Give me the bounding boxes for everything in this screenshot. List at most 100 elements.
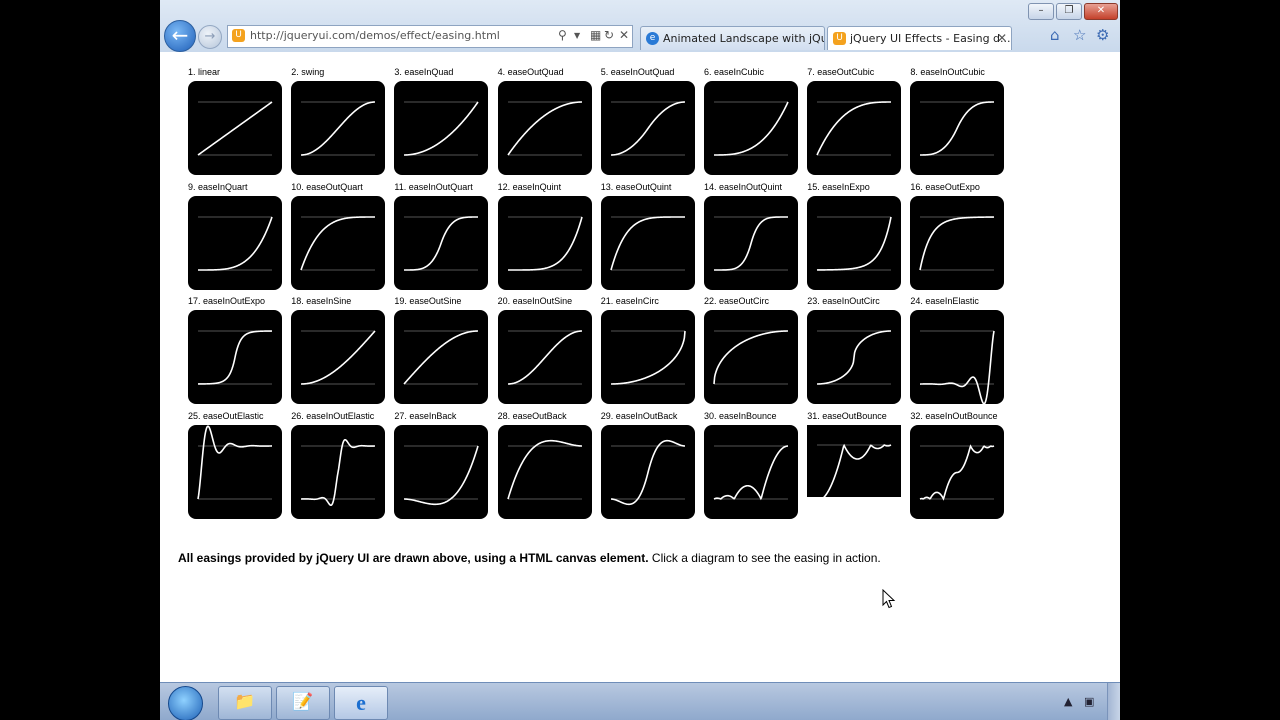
stop-icon[interactable]: ✕ — [619, 28, 629, 42]
easing-canvas[interactable] — [807, 424, 902, 497]
diagram-background — [807, 424, 902, 497]
easing-canvas[interactable] — [600, 424, 695, 519]
tab-animated-landscape[interactable]: e Animated Landscape with jQu... — [640, 26, 825, 50]
easing-diagram-easeInOutCirc[interactable]: 23. easeInOutCirc — [807, 296, 902, 404]
easing-canvas[interactable] — [704, 195, 798, 290]
easing-canvas[interactable] — [704, 424, 798, 519]
tray-expand-icon[interactable]: ▲ — [1064, 695, 1072, 708]
easing-canvas[interactable] — [497, 195, 592, 290]
easing-canvas[interactable] — [394, 424, 489, 519]
easing-diagram-easeOutCubic[interactable]: 7. easeOutCubic — [807, 67, 902, 175]
easing-canvas[interactable] — [394, 195, 489, 290]
ie-taskbar-button[interactable]: e — [334, 686, 388, 720]
start-button[interactable] — [168, 686, 203, 720]
show-desktop-button[interactable] — [1107, 683, 1120, 720]
easing-canvas[interactable] — [600, 195, 695, 290]
easing-diagram-easeOutCirc[interactable]: 22. easeOutCirc — [704, 296, 798, 404]
home-icon[interactable]: ⌂ — [1050, 26, 1060, 44]
easing-canvas[interactable] — [497, 81, 592, 175]
maximize-button[interactable]: ❐ — [1056, 3, 1082, 20]
easing-canvas[interactable] — [188, 81, 282, 175]
easing-diagram-easeOutBack[interactable]: 28. easeOutBack — [497, 411, 592, 519]
easing-label: 32. easeInOutBounce — [910, 410, 998, 421]
close-window-button[interactable]: ✕ — [1084, 3, 1118, 20]
star-icon[interactable]: ☆ — [1073, 26, 1086, 44]
easing-canvas[interactable] — [704, 310, 798, 404]
easing-diagram-easeInOutBounce[interactable]: 32. easeInOutBounce — [910, 411, 1005, 519]
easing-canvas[interactable] — [600, 81, 695, 175]
easing-diagram-easeOutSine[interactable]: 19. easeOutSine — [394, 296, 489, 404]
easing-diagram-easeInOutQuart[interactable]: 11. easeInOutQuart — [394, 182, 489, 290]
easing-canvas[interactable] — [188, 195, 282, 290]
easing-canvas[interactable] — [704, 81, 798, 175]
easing-diagram-easeInOutCubic[interactable]: 8. easeInOutCubic — [910, 67, 1005, 175]
search-dropdown-icon[interactable]: ▼ — [574, 31, 580, 40]
easing-diagram-easeInBounce[interactable]: 30. easeInBounce — [704, 411, 798, 519]
easing-label: 7. easeOutCubic — [807, 67, 875, 77]
easing-diagram-swing[interactable]: 2. swing — [291, 67, 386, 175]
close-tab-icon[interactable]: ✕ — [997, 27, 1007, 50]
easing-diagram-easeOutExpo[interactable]: 16. easeOutExpo — [910, 182, 1005, 290]
easing-canvas[interactable] — [394, 81, 489, 175]
diagram-background — [497, 195, 592, 290]
easing-diagram-easeInBack[interactable]: 27. easeInBack — [394, 411, 489, 519]
forward-arrow-icon[interactable]: → — [198, 25, 222, 49]
easing-canvas[interactable] — [600, 310, 695, 404]
easing-label: 15. easeInExpo — [807, 181, 870, 192]
easing-diagram-easeInExpo[interactable]: 15. easeInExpo — [807, 182, 902, 290]
easing-diagram-easeOutBounce[interactable]: 31. easeOutBounce — [807, 411, 902, 497]
easing-diagram-easeInOutQuad[interactable]: 5. easeInOutQuad — [600, 67, 695, 175]
easing-diagram-easeInCubic[interactable]: 6. easeInCubic — [704, 67, 798, 175]
tab-label: jQuery UI Effects - Easing d... — [850, 32, 1011, 45]
easing-diagram-easeInElastic[interactable]: 24. easeInElastic — [910, 296, 1005, 404]
easing-diagram-easeInSine[interactable]: 18. easeInSine — [291, 296, 386, 404]
page-content: 1. linear 2. swing 3. easeInQuad 4. easeOut… — [160, 52, 1120, 682]
easing-canvas[interactable] — [910, 310, 1005, 404]
minimize-button[interactable]: – — [1028, 3, 1054, 20]
network-icon[interactable]: ▣ — [1084, 695, 1094, 708]
compat-view-icon[interactable]: ▦ — [590, 28, 601, 42]
easing-diagram-easeInOutBack[interactable]: 29. easeInOutBack — [600, 411, 695, 519]
easing-diagram-easeInOutQuint[interactable]: 14. easeInOutQuint — [704, 182, 798, 290]
back-arrow-icon[interactable]: ← — [164, 20, 196, 52]
easing-canvas[interactable] — [910, 424, 1005, 519]
easing-diagram-easeOutQuad[interactable]: 4. easeOutQuad — [497, 67, 592, 175]
notepad-taskbar-button[interactable]: 📝 — [276, 686, 330, 720]
easing-diagram-linear[interactable]: 1. linear — [188, 67, 282, 175]
easing-canvas[interactable] — [188, 310, 282, 404]
easing-canvas[interactable] — [291, 310, 386, 404]
tab-jquery-easing[interactable]: U jQuery UI Effects - Easing d... ✕ — [827, 26, 1012, 50]
easing-diagram-easeInQuint[interactable]: 12. easeInQuint — [497, 182, 592, 290]
easing-canvas[interactable] — [807, 81, 902, 175]
easing-label: 11. easeInOutQuart — [394, 181, 473, 192]
easing-canvas[interactable] — [291, 195, 386, 290]
easing-diagram-easeInOutElastic[interactable]: 26. easeInOutElastic — [291, 411, 386, 519]
easing-canvas[interactable] — [807, 310, 902, 404]
easing-canvas[interactable] — [394, 310, 489, 404]
easing-canvas[interactable] — [188, 424, 282, 519]
easing-diagram-easeOutQuart[interactable]: 10. easeOutQuart — [291, 182, 386, 290]
taskbar: 📁 📝 e ▲ ▣ — [160, 682, 1120, 720]
search-icon[interactable]: ⚲ — [558, 28, 567, 42]
easing-canvas[interactable] — [497, 424, 592, 519]
address-url[interactable]: http://jqueryui.com/demos/effect/easing.… — [250, 29, 500, 42]
easing-canvas[interactable] — [910, 195, 1005, 290]
diagram-background — [704, 310, 798, 404]
easing-canvas[interactable] — [910, 81, 1005, 175]
easing-diagram-easeInOutSine[interactable]: 20. easeInOutSine — [497, 296, 592, 404]
refresh-icon[interactable]: ↻ — [604, 28, 614, 42]
easing-canvas[interactable] — [291, 424, 386, 519]
easing-label: 4. easeOutQuad — [497, 67, 564, 77]
easing-canvas[interactable] — [291, 81, 386, 175]
explorer-taskbar-button[interactable]: 📁 — [218, 686, 272, 720]
easing-canvas[interactable] — [497, 310, 592, 404]
easing-canvas[interactable] — [807, 195, 902, 290]
easing-diagram-easeOutElastic[interactable]: 25. easeOutElastic — [188, 411, 282, 519]
gear-icon[interactable]: ⚙ — [1096, 26, 1109, 44]
easing-diagram-easeOutQuint[interactable]: 13. easeOutQuint — [600, 182, 695, 290]
easing-diagram-easeInQuart[interactable]: 9. easeInQuart — [188, 182, 282, 290]
address-bar[interactable]: U http://jqueryui.com/demos/effect/easin… — [227, 25, 633, 48]
easing-diagram-easeInQuad[interactable]: 3. easeInQuad — [394, 67, 489, 175]
easing-diagram-easeInCirc[interactable]: 21. easeInCirc — [600, 296, 695, 404]
easing-diagram-easeInOutExpo[interactable]: 17. easeInOutExpo — [188, 296, 282, 404]
